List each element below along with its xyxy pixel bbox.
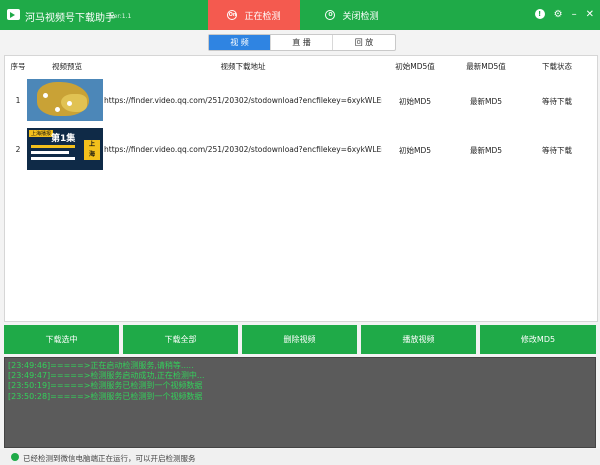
- column-header-url: 视频下载地址: [220, 62, 266, 71]
- power-on-icon: On: [227, 10, 238, 20]
- row-latest-md5: 最新MD5: [469, 146, 503, 155]
- start-detect-button[interactable]: On 正在检测: [208, 0, 300, 30]
- row-initial-md5: 初始MD5: [398, 146, 432, 155]
- status-indicator-icon: [11, 453, 19, 461]
- play-video-button[interactable]: 播放视频: [361, 325, 476, 354]
- row-initial-md5: 初始MD5: [398, 97, 432, 106]
- delete-video-button[interactable]: 删除视频: [242, 325, 357, 354]
- column-header-initial-md5: 初始MD5值: [395, 62, 435, 71]
- thumbnail-title: 第1集: [51, 134, 76, 144]
- status-bar: 已经检测到微信电脑端正在运行，可以开启检测服务: [0, 449, 600, 465]
- notice-icon[interactable]: !: [534, 9, 545, 19]
- row-status: 等待下载: [542, 146, 572, 155]
- column-header-status: 下载状态: [542, 62, 572, 71]
- content-tabs: 视 频 直 播 回 放: [208, 34, 396, 51]
- row-url: https://finder.video.qq.com/251/20302/st…: [104, 145, 382, 154]
- status-text: 已经检测到微信电脑端正在运行，可以开启检测服务: [23, 454, 196, 463]
- tab-live[interactable]: 直 播: [271, 35, 333, 50]
- column-header-latest-md5: 最新MD5值: [466, 62, 506, 71]
- download-selected-button[interactable]: 下载选中: [4, 325, 119, 354]
- action-bar: 下载选中 下载全部 删除视频 播放视频 修改MD5: [4, 325, 596, 354]
- start-detect-label: 正在检测: [244, 11, 281, 22]
- row-url: https://finder.video.qq.com/251/20302/st…: [104, 96, 382, 105]
- video-table: 序号 视频预览 视频下载地址 初始MD5值 最新MD5值 下载状态 1 http…: [4, 55, 598, 322]
- close-icon[interactable]: ✕: [586, 9, 594, 20]
- power-off-icon: O: [325, 10, 336, 20]
- table-header: 序号 视频预览 视频下载地址 初始MD5值 最新MD5值 下载状态: [5, 56, 597, 74]
- stop-detect-label: 关闭检测: [342, 11, 379, 22]
- video-thumbnail: [27, 79, 103, 121]
- video-thumbnail: 上海播报 第1集 上海: [27, 128, 103, 170]
- modify-md5-button[interactable]: 修改MD5: [480, 325, 596, 354]
- row-status: 等待下载: [542, 97, 572, 106]
- tab-video[interactable]: 视 频: [209, 35, 271, 50]
- title-bar: 河马视频号下载助手 Ver:1.1 On 正在检测 O 关闭检测 ! ⚙ – ✕: [0, 0, 600, 30]
- minimize-icon[interactable]: –: [572, 9, 577, 20]
- app-title: 河马视频号下载助手: [25, 13, 115, 24]
- thumbnail-tag: 上海播报: [29, 130, 54, 137]
- log-line: [23:49:46]=====>正在启动检测服务,请稍等.....: [8, 361, 194, 370]
- window-controls: ! ⚙ – ✕: [534, 9, 594, 20]
- log-line: [23:50:28]=====>检测服务已检测到一个视频数据: [8, 391, 203, 401]
- app-version: Ver:1.1: [110, 13, 132, 20]
- log-line: [23:50:19]=====>检测服务已检测到一个视频数据: [8, 381, 203, 391]
- download-all-button[interactable]: 下载全部: [123, 325, 238, 354]
- thumbnail-badge: 上海: [84, 140, 100, 160]
- table-row[interactable]: 2 上海播报 第1集 上海 https://finder.video.qq.co…: [5, 125, 597, 172]
- log-panel[interactable]: [23:49:46]=====>正在启动检测服务,请稍等..... [23:49…: [4, 357, 596, 448]
- gear-icon[interactable]: ⚙: [554, 9, 563, 20]
- log-line: [23:49:47]=====>检测服务启动成功,正在检测中...: [8, 371, 205, 381]
- stop-detect-button[interactable]: O 关闭检测: [306, 0, 398, 30]
- row-latest-md5: 最新MD5: [469, 97, 503, 106]
- table-row[interactable]: 1 https://finder.video.qq.com/251/20302/…: [5, 76, 597, 123]
- tab-replay[interactable]: 回 放: [333, 35, 395, 50]
- column-header-preview: 视频预览: [52, 62, 82, 71]
- app-logo-icon: [7, 9, 20, 20]
